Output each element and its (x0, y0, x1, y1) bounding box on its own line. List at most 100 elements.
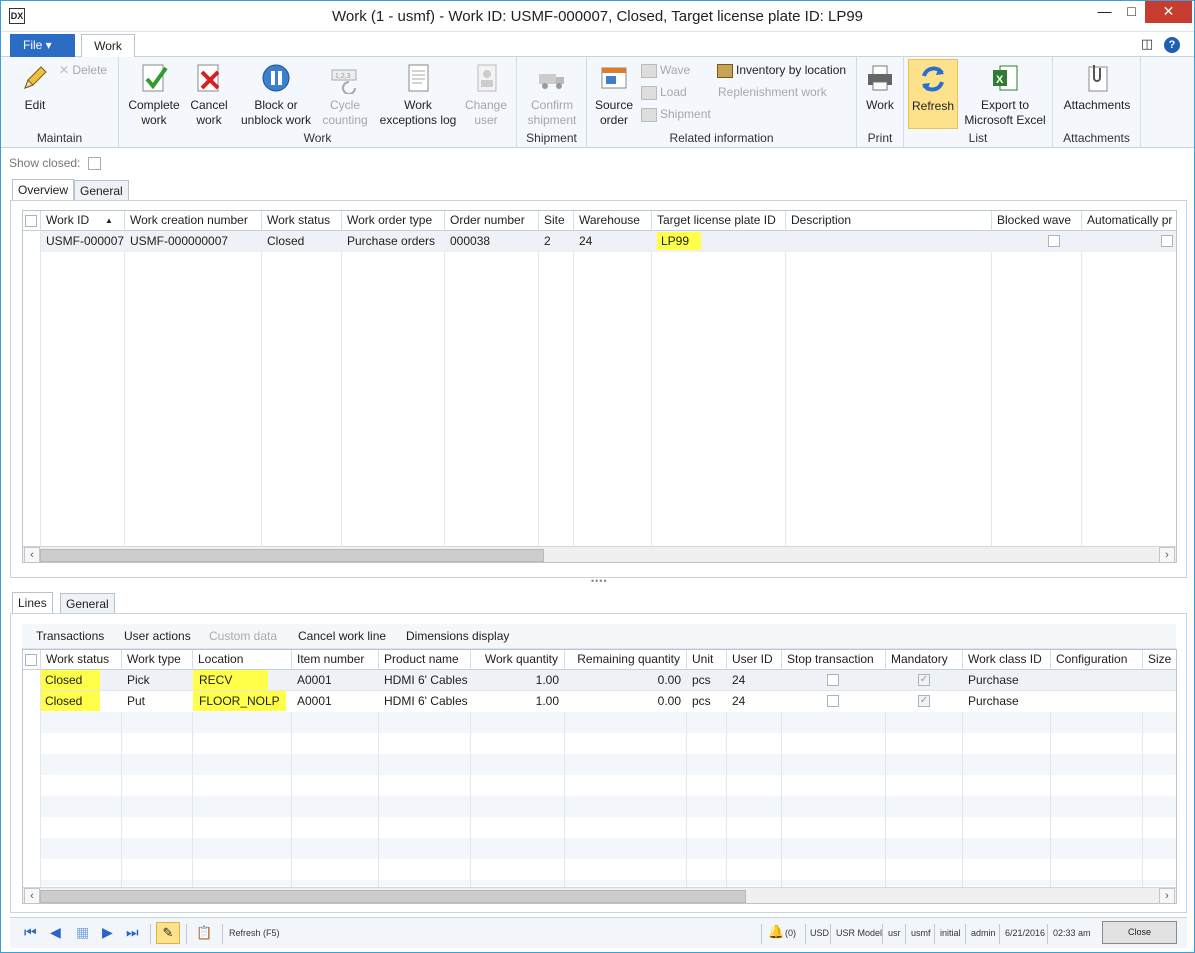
col-product-name[interactable]: Product name (379, 650, 471, 670)
change-user-icon (470, 62, 502, 94)
cancel-work-line-button[interactable]: Cancel work line (298, 629, 386, 643)
help-icon[interactable]: ? (1164, 37, 1180, 53)
col-description[interactable]: Description (786, 211, 992, 231)
user-actions-button[interactable]: User actions (124, 629, 191, 643)
col-line-work-status[interactable]: Work status (41, 650, 122, 670)
edit-mode-pencil-icon[interactable]: ✎ (156, 922, 180, 944)
description-cell (786, 231, 992, 252)
delete-button[interactable]: ✕ Delete (59, 63, 107, 77)
table-row[interactable]: USMF-000007 USMF-000000007 Closed Purcha… (41, 231, 1176, 252)
model: USR Model (836, 928, 883, 938)
source-order-button[interactable]: Source order (593, 62, 635, 128)
refresh-button[interactable]: Refresh (908, 59, 958, 129)
col-mandatory[interactable]: Mandatory (886, 650, 963, 670)
confirm-shipment-button[interactable]: Confirm shipment (521, 62, 583, 128)
work-grid-hscrollbar[interactable]: ‹ › (23, 546, 1176, 562)
col-size[interactable]: Size (1143, 650, 1176, 670)
print-group: Work Print (857, 57, 904, 148)
attachments-button[interactable]: Attachments (1057, 62, 1137, 113)
lines-grid-hscrollbar[interactable]: ‹ › (23, 887, 1176, 903)
stop-transaction-checkbox[interactable] (827, 695, 839, 707)
tab-general-lines[interactable]: General (60, 593, 115, 615)
shipment-button[interactable]: Shipment (641, 107, 711, 122)
document-handling-icon[interactable]: 📋 (196, 925, 212, 941)
blocked-wave-checkbox[interactable] (1048, 235, 1060, 247)
line-status-cell: Closed (41, 691, 122, 712)
grid-view-icon[interactable]: ▦ (76, 924, 89, 941)
col-work-creation-number[interactable]: Work creation number (125, 211, 262, 231)
scroll-left-icon[interactable]: ‹ (24, 547, 40, 562)
complete-check-icon (138, 62, 170, 94)
col-location[interactable]: Location (193, 650, 292, 670)
pane-splitter[interactable]: •••• (591, 576, 608, 586)
tab-general-header[interactable]: General (74, 180, 129, 202)
work-exceptions-log-button[interactable]: Work exceptions log (377, 62, 459, 128)
layout-icon[interactable]: ◫ (1141, 36, 1153, 51)
minimize-button[interactable]: — (1091, 1, 1118, 23)
next-record-icon[interactable]: ▶ (102, 924, 113, 941)
scroll-left-icon[interactable]: ‹ (24, 888, 40, 903)
work-grid: Work ID ▲ Work creation number Work statu… (22, 210, 1177, 563)
cancel-work-button[interactable]: Cancel work (185, 62, 233, 128)
close-button[interactable]: Close (1102, 921, 1177, 944)
transactions-button[interactable]: Transactions (36, 629, 104, 643)
scroll-thumb[interactable] (40, 890, 746, 903)
edit-label: Edit (24, 98, 46, 112)
col-unit[interactable]: Unit (687, 650, 727, 670)
export-excel-button[interactable]: X Export to Microsoft Excel (960, 62, 1050, 128)
col-configuration[interactable]: Configuration (1051, 650, 1143, 670)
work-tab[interactable]: Work (81, 34, 135, 58)
work-id-cell: USMF-000007 (46, 234, 125, 248)
first-record-icon[interactable]: ⏮ (24, 924, 37, 941)
complete-work-button[interactable]: Complete work (125, 62, 183, 128)
mandatory-checkbox[interactable]: ✓ (918, 695, 930, 707)
scroll-right-icon[interactable]: › (1159, 888, 1175, 903)
tab-overview[interactable]: Overview (12, 179, 75, 201)
col-work-id[interactable]: Work ID ▲ (41, 211, 125, 231)
file-tab[interactable]: File ▾ (10, 34, 75, 57)
col-work-quantity[interactable]: Work quantity (471, 650, 565, 670)
col-warehouse[interactable]: Warehouse (574, 211, 652, 231)
show-closed-checkbox[interactable] (87, 157, 101, 171)
replenishment-work-button[interactable]: Replenishment work (718, 85, 827, 99)
inventory-by-location-button[interactable]: Inventory by location (717, 63, 846, 78)
mandatory-checkbox[interactable]: ✓ (918, 674, 930, 686)
edit-button[interactable]: Edit (15, 62, 55, 113)
col-site[interactable]: Site (539, 211, 574, 231)
change-user-button[interactable]: Change user (461, 62, 511, 128)
col-user-id[interactable]: User ID (727, 650, 782, 670)
table-row[interactable]: Closed Put FLOOR_NOLP A0001 HDMI 6' Cabl… (41, 691, 1176, 712)
dimensions-display-button[interactable]: Dimensions display (406, 629, 509, 643)
lines-select-all-checkbox[interactable] (25, 654, 37, 666)
scroll-thumb[interactable] (40, 549, 544, 562)
last-record-icon[interactable]: ⏭ (126, 924, 139, 941)
maximize-button[interactable]: □ (1118, 1, 1145, 23)
select-all-checkbox[interactable] (25, 215, 37, 227)
bell-icon[interactable]: 🔔 (768, 924, 784, 940)
print-work-button[interactable]: Work (861, 62, 899, 113)
col-work-order-type[interactable]: Work order type (342, 211, 445, 231)
col-blocked-wave[interactable]: Blocked wave (992, 211, 1082, 231)
custom-data-button[interactable]: Custom data (209, 629, 277, 643)
tab-lines[interactable]: Lines (12, 592, 53, 614)
load-button[interactable]: Load (641, 85, 687, 100)
window-close-button[interactable]: ✕ (1145, 1, 1192, 23)
previous-record-icon[interactable]: ◀ (50, 924, 61, 941)
col-stop-transaction[interactable]: Stop transaction (782, 650, 886, 670)
col-order-number[interactable]: Order number (445, 211, 539, 231)
stop-transaction-checkbox[interactable] (827, 674, 839, 686)
col-target-license-plate[interactable]: Target license plate ID (652, 211, 786, 231)
col-work-type[interactable]: Work type (122, 650, 193, 670)
block-unblock-button[interactable]: Block or unblock work (235, 62, 317, 128)
col-remaining-quantity[interactable]: Remaining quantity (565, 650, 687, 670)
scroll-right-icon[interactable]: › (1159, 547, 1175, 562)
cycle-counting-button[interactable]: 1,2,3 Cycle counting (317, 62, 373, 128)
wave-button[interactable]: Wave (641, 63, 690, 78)
automatically-checkbox[interactable] (1161, 235, 1173, 247)
col-work-class-id[interactable]: Work class ID (963, 650, 1051, 670)
table-row[interactable]: Closed Pick RECV A0001 HDMI 6' Cables 1.… (41, 670, 1176, 691)
block-label-1: Block or (254, 98, 298, 112)
col-automatically[interactable]: Automatically pr (1082, 211, 1176, 231)
col-work-status[interactable]: Work status (262, 211, 342, 231)
col-item-number[interactable]: Item number (292, 650, 379, 670)
